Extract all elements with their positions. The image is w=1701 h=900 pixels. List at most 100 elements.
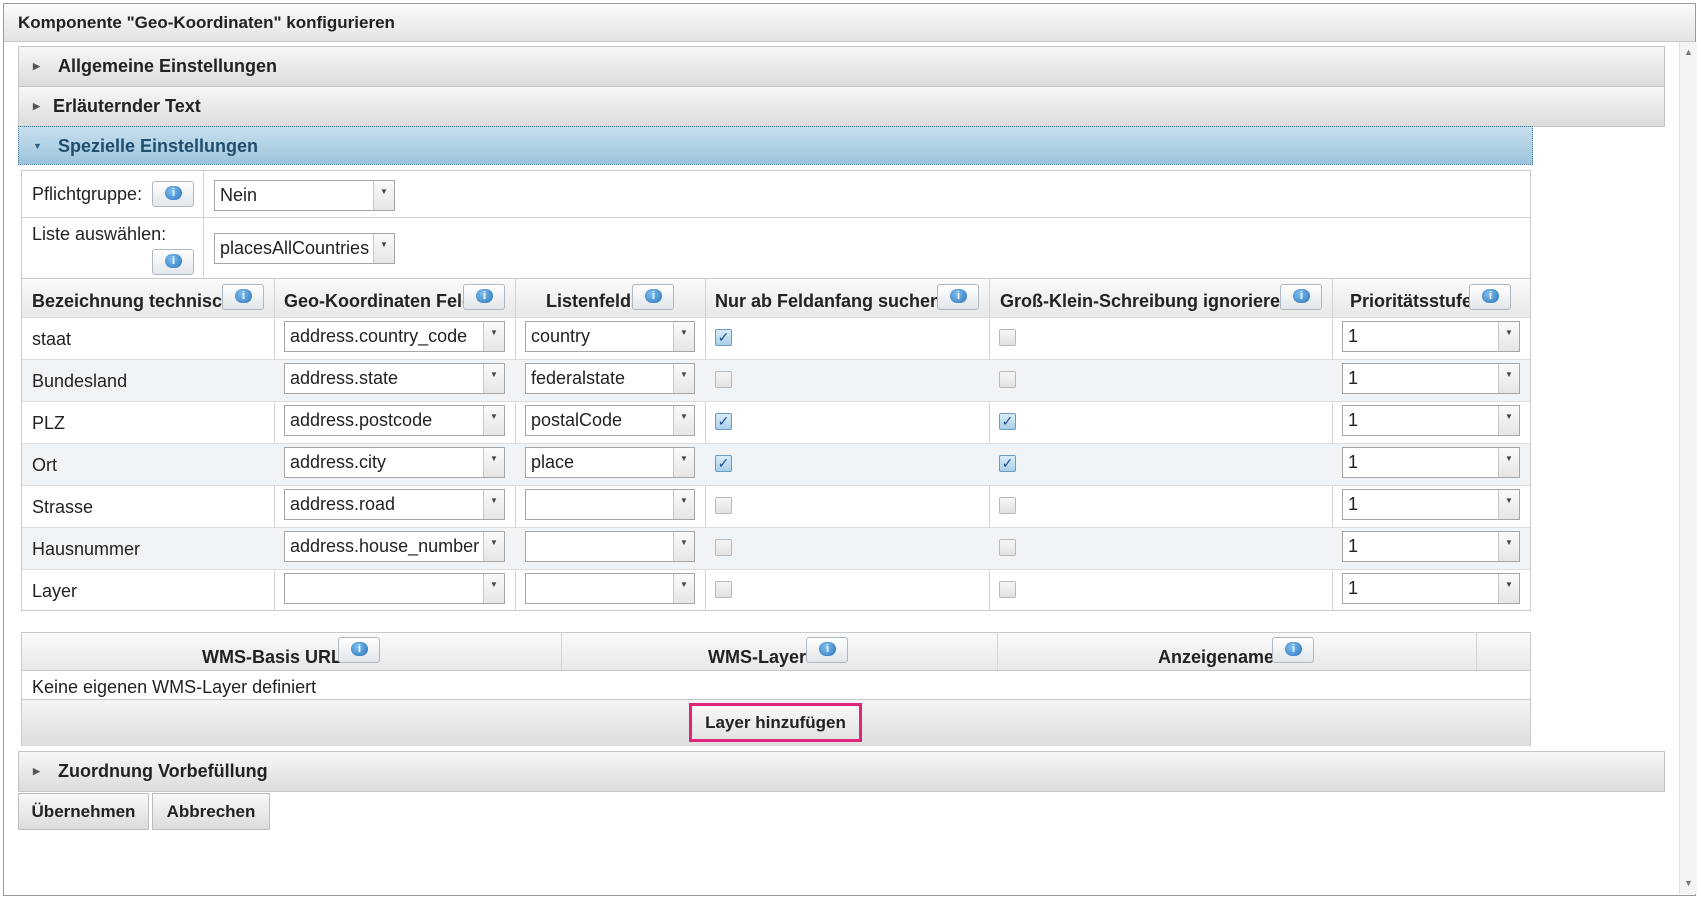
row-technical-name: Layer xyxy=(32,581,78,601)
geo-field-select[interactable]: address.city ▼ xyxy=(284,447,505,478)
priority-select[interactable]: 1 ▼ xyxy=(1342,531,1520,562)
search-from-start-checkbox[interactable]: ✓ xyxy=(715,455,732,472)
ignore-case-checkbox[interactable]: ✓ xyxy=(999,413,1016,430)
row-technical-name: Ort xyxy=(32,455,57,475)
row-technical-name: Hausnummer xyxy=(32,539,141,559)
chevron-down-icon: ▼ xyxy=(673,448,694,477)
chevron-down-icon: ▼ xyxy=(483,574,504,603)
table-row: staat address.country_code ▼ country ▼ ✓ 1 ▼ xyxy=(22,317,1530,359)
column-header-search-from-start: Nur ab Feldanfang suchen? xyxy=(715,291,953,311)
section-prefill-mapping[interactable]: ▶ Zuordnung Vorbefüllung xyxy=(18,751,1665,792)
row-technical-name: PLZ xyxy=(32,413,66,433)
wms-empty-message: Keine eigenen WMS-Layer definiert xyxy=(32,677,317,697)
search-from-start-checkbox[interactable] xyxy=(715,539,732,556)
chevron-down-icon: ▼ xyxy=(673,574,694,603)
list-field-select[interactable]: federalstate ▼ xyxy=(525,363,695,394)
list-field-select[interactable]: country ▼ xyxy=(525,321,695,352)
priority-select[interactable]: 1 ▼ xyxy=(1342,489,1520,520)
list-field-select[interactable]: ▼ xyxy=(525,489,695,520)
search-from-start-checkbox[interactable] xyxy=(715,497,732,514)
technical-name-info-button[interactable]: i xyxy=(222,284,264,310)
ignore-case-checkbox[interactable] xyxy=(999,539,1016,556)
display-name-info-button[interactable]: i xyxy=(1272,637,1314,663)
field-mapping-grid: Bezeichnung technisch i Geo-Koordinaten … xyxy=(21,278,1531,611)
priority-select[interactable]: 1 ▼ xyxy=(1342,573,1520,604)
column-header-list-field: Listenfeld xyxy=(546,291,632,311)
priority-select[interactable]: 1 ▼ xyxy=(1342,363,1520,394)
table-row: Bundesland address.state ▼ federalstate ▼ 1 ▼ xyxy=(22,359,1530,401)
chevron-down-icon: ▼ xyxy=(1498,364,1519,393)
table-row: Hausnummer address.house_number ▼ ▼ 1 ▼ xyxy=(22,527,1530,569)
chevron-down-icon: ▼ xyxy=(483,364,504,393)
add-layer-button[interactable]: Layer hinzufügen xyxy=(689,703,862,742)
geo-field-select[interactable]: address.house_number ▼ xyxy=(284,531,505,562)
list-select-info-button[interactable]: i xyxy=(152,249,194,275)
wms-layer-info-button[interactable]: i xyxy=(806,637,848,663)
section-special-settings[interactable]: ▼ Spezielle Einstellungen xyxy=(18,126,1533,165)
info-icon: i xyxy=(476,289,493,303)
table-row: Ort address.city ▼ place ▼ ✓ ✓ 1 ▼ xyxy=(22,443,1530,485)
geo-field-select[interactable]: address.country_code ▼ xyxy=(284,321,505,352)
info-icon: i xyxy=(1293,289,1310,303)
info-icon: i xyxy=(1285,642,1302,656)
chevron-down-icon: ▼ xyxy=(1498,490,1519,519)
column-header-geo-field: Geo-Koordinaten Feld xyxy=(284,291,473,311)
info-icon: i xyxy=(819,642,836,656)
chevron-down-icon: ▼ xyxy=(483,322,504,351)
section-explanatory-text[interactable]: ▶ Erläuternder Text xyxy=(18,86,1665,127)
info-icon: i xyxy=(165,254,182,268)
ignore-case-info-button[interactable]: i xyxy=(1280,284,1322,310)
scroll-up-arrow-icon[interactable]: ▲ xyxy=(1680,44,1697,61)
priority-select[interactable]: 1 ▼ xyxy=(1342,321,1520,352)
required-group-select[interactable]: Nein ▼ xyxy=(214,180,395,211)
info-icon: i xyxy=(645,289,662,303)
required-group-info-button[interactable]: i xyxy=(152,181,194,207)
section-general-settings[interactable]: ▶ Allgemeine Einstellungen xyxy=(18,46,1665,87)
priority-select[interactable]: 1 ▼ xyxy=(1342,447,1520,478)
ignore-case-checkbox[interactable]: ✓ xyxy=(999,455,1016,472)
search-from-start-checkbox[interactable]: ✓ xyxy=(715,329,732,346)
list-field-select[interactable]: ▼ xyxy=(525,573,695,604)
ignore-case-checkbox[interactable] xyxy=(999,329,1016,346)
chevron-down-icon: ▼ xyxy=(1498,574,1519,603)
search-from-start-info-button[interactable]: i xyxy=(937,284,979,310)
list-select[interactable]: placesAllCountries ▼ xyxy=(214,233,395,264)
list-field-select[interactable]: postalCode ▼ xyxy=(525,405,695,436)
chevron-down-icon: ▼ xyxy=(483,490,504,519)
geo-field-select[interactable]: address.state ▼ xyxy=(284,363,505,394)
cancel-button[interactable]: Abbrechen xyxy=(152,793,270,830)
geo-field-info-button[interactable]: i xyxy=(463,284,505,310)
search-from-start-checkbox[interactable] xyxy=(715,581,732,598)
search-from-start-checkbox[interactable] xyxy=(715,371,732,388)
ignore-case-checkbox[interactable] xyxy=(999,497,1016,514)
chevron-down-icon: ▼ xyxy=(673,364,694,393)
geo-field-select[interactable]: ▼ xyxy=(284,573,505,604)
table-row: Layer ▼ ▼ 1 ▼ xyxy=(22,569,1530,611)
triangle-down-icon: ▼ xyxy=(33,141,42,151)
search-from-start-checkbox[interactable]: ✓ xyxy=(715,413,732,430)
ignore-case-checkbox[interactable] xyxy=(999,581,1016,598)
scroll-down-arrow-icon[interactable]: ▼ xyxy=(1680,875,1697,892)
priority-info-button[interactable]: i xyxy=(1469,284,1511,310)
chevron-down-icon: ▼ xyxy=(673,532,694,561)
vertical-scrollbar[interactable]: ▲ ▼ xyxy=(1679,42,1697,894)
dialog-title: Komponente "Geo-Koordinaten" konfigurier… xyxy=(4,4,1695,42)
info-icon: i xyxy=(950,289,967,303)
wms-button-bar: Layer hinzufügen xyxy=(22,699,1530,746)
priority-select[interactable]: 1 ▼ xyxy=(1342,405,1520,436)
geo-field-select[interactable]: address.postcode ▼ xyxy=(284,405,505,436)
wms-base-url-info-button[interactable]: i xyxy=(338,637,380,663)
info-icon: i xyxy=(235,289,252,303)
list-field-select[interactable]: place ▼ xyxy=(525,447,695,478)
chevron-down-icon: ▼ xyxy=(483,448,504,477)
list-field-select[interactable]: ▼ xyxy=(525,531,695,562)
chevron-down-icon: ▼ xyxy=(1498,532,1519,561)
info-icon: i xyxy=(351,642,368,656)
apply-button[interactable]: Übernehmen xyxy=(18,793,149,830)
wms-layer-table: WMS-Basis URL i WMS-Layer i Anzeigename … xyxy=(21,632,1531,746)
geo-field-select[interactable]: address.road ▼ xyxy=(284,489,505,520)
chevron-down-icon: ▼ xyxy=(483,532,504,561)
ignore-case-checkbox[interactable] xyxy=(999,371,1016,388)
chevron-down-icon: ▼ xyxy=(1498,406,1519,435)
list-field-info-button[interactable]: i xyxy=(632,284,674,310)
